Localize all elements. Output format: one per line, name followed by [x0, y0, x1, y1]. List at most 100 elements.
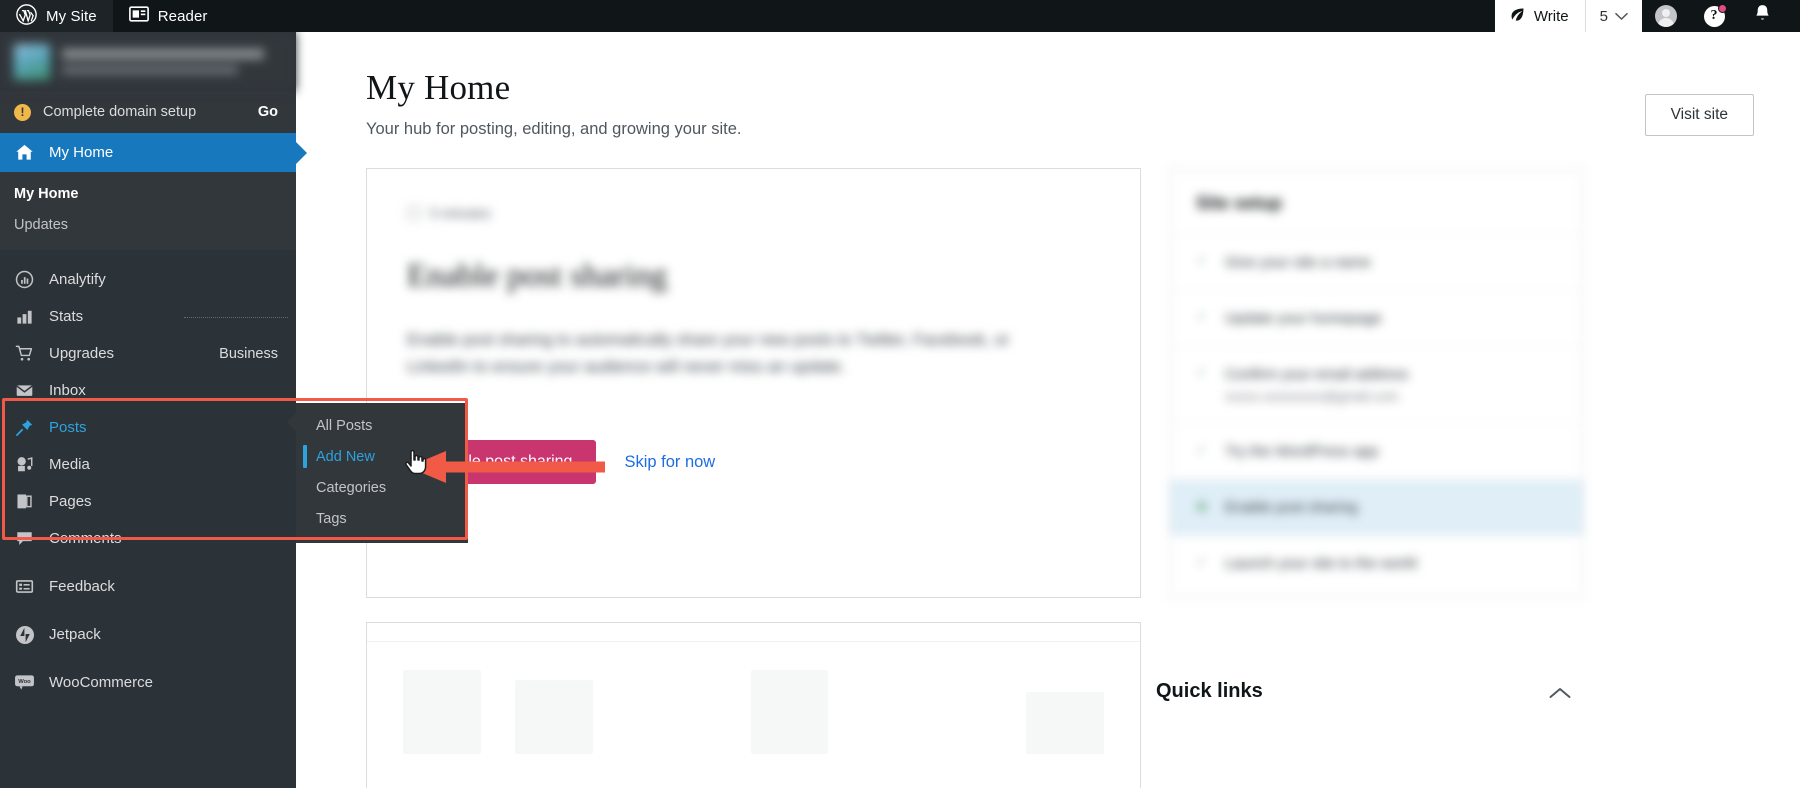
- envelope-icon: [14, 380, 35, 401]
- flyout-item-tags[interactable]: Tags: [296, 503, 468, 534]
- sidebar-item-comments[interactable]: Comments: [0, 520, 296, 557]
- sidebar-item-my-home[interactable]: My Home: [0, 133, 296, 172]
- feedback-form-icon: [14, 576, 35, 597]
- help-notification-dot: [1718, 4, 1727, 13]
- sidebar-item-stats[interactable]: Stats: [0, 298, 296, 335]
- bar-chart-icon: [14, 306, 35, 327]
- sidebar-item-jetpack[interactable]: Jetpack: [0, 616, 296, 653]
- card-description: Enable post sharing to automatically sha…: [407, 331, 1010, 376]
- flyout-item-categories-label: Categories: [316, 479, 387, 496]
- notifications-count-button[interactable]: 5: [1584, 0, 1642, 32]
- site-setup-row[interactable]: ✓ Try the WordPress app: [1170, 423, 1583, 479]
- sidebar-item-pages[interactable]: Pages: [0, 483, 296, 520]
- my-home-subnav: My Home Updates: [0, 172, 296, 250]
- site-setup-row-label: Confirm your email address: [1225, 366, 1409, 383]
- site-setup-row-sublabel: xxxxx.xxxxxxxxx@gmail.com: [1225, 389, 1399, 404]
- site-setup-panel: Site setup ✓ Give your site a name ✓ Upd…: [1169, 168, 1584, 598]
- masthead-reader[interactable]: Reader: [113, 0, 224, 32]
- current-site-card[interactable]: [0, 32, 296, 91]
- subnav-item-updates-label: Updates: [14, 216, 69, 233]
- pages-icon: [14, 491, 35, 512]
- write-button-label: Write: [1533, 7, 1569, 25]
- comment-icon: [14, 528, 35, 549]
- sidebar-item-pages-label: Pages: [49, 493, 92, 510]
- enable-post-sharing-card: 5 minutes Enable post sharing Enable pos…: [366, 168, 1141, 598]
- sidebar-item-upgrades-label: Upgrades: [49, 345, 115, 362]
- masthead-right-group: Write 5 ?: [1494, 0, 1800, 32]
- sidebar-item-woocommerce[interactable]: Woo WooCommerce: [0, 664, 296, 701]
- site-setup-row-active[interactable]: ◉ Enable post sharing: [1170, 479, 1583, 535]
- sidebar-item-upgrades[interactable]: Upgrades Business: [0, 335, 296, 372]
- skip-for-now-link[interactable]: Skip for now: [624, 453, 715, 472]
- masthead-my-site[interactable]: My Site: [0, 0, 113, 32]
- site-setup-row[interactable]: ✓ Launch your site to the world: [1170, 535, 1583, 591]
- stats-dotted-rule: [184, 316, 288, 318]
- woocommerce-icon: Woo: [14, 672, 35, 693]
- clock-icon: [407, 206, 421, 220]
- notifications-bell-icon: [1753, 3, 1772, 29]
- complete-domain-setup-label: Complete domain setup: [43, 104, 197, 120]
- flyout-item-all-posts-label: All Posts: [316, 417, 373, 434]
- nav-group-divider-2: [0, 557, 296, 568]
- sidebar-item-media-label: Media: [49, 456, 90, 473]
- write-button[interactable]: Write: [1494, 0, 1585, 32]
- quick-links-header[interactable]: Quick links: [1156, 680, 1571, 703]
- masthead-toolbar: My Site Reader Write 5 ?: [0, 0, 1800, 32]
- site-setup-row-label: Update your homepage: [1225, 310, 1382, 327]
- page-title: My Home: [366, 68, 511, 107]
- subnav-item-my-home[interactable]: My Home: [0, 178, 296, 209]
- placeholder-block: [403, 670, 481, 754]
- check-icon: ✓: [1196, 442, 1207, 457]
- subnav-item-updates[interactable]: Updates: [0, 209, 296, 240]
- sidebar-item-analytify[interactable]: Analytify: [0, 261, 296, 298]
- upgrades-plan-badge: Business: [219, 345, 278, 362]
- site-setup-row-label: Try the WordPress app: [1225, 443, 1379, 460]
- site-setup-row[interactable]: ✓ Confirm your email address xxxxx.xxxxx…: [1170, 346, 1583, 423]
- sidebar-item-analytify-label: Analytify: [49, 271, 106, 288]
- home-grid: 5 minutes Enable post sharing Enable pos…: [366, 168, 1760, 598]
- site-thumbnail: [14, 43, 50, 80]
- avatar: [1655, 5, 1677, 27]
- sidebar-item-feedback[interactable]: Feedback: [0, 568, 296, 605]
- account-avatar-button[interactable]: [1642, 0, 1690, 32]
- flyout-item-categories[interactable]: Categories: [296, 472, 468, 503]
- complete-domain-setup-notice[interactable]: ! Complete domain setup Go: [0, 91, 296, 133]
- check-icon: ✓: [1196, 253, 1207, 268]
- site-name-block: [62, 49, 282, 74]
- visit-site-button[interactable]: Visit site: [1644, 94, 1754, 136]
- check-icon: ✓: [1196, 309, 1207, 324]
- sidebar-item-jetpack-label: Jetpack: [49, 626, 101, 643]
- analytics-circle-icon: [14, 269, 35, 290]
- nav-group-divider: [0, 250, 296, 261]
- cart-icon: [14, 343, 35, 364]
- domain-setup-go-link[interactable]: Go: [258, 104, 278, 120]
- site-setup-row[interactable]: ✓ Update your homepage: [1170, 290, 1583, 346]
- sidebar-item-inbox[interactable]: Inbox: [0, 372, 296, 409]
- site-setup-row[interactable]: ✓ Give your site a name: [1170, 234, 1583, 290]
- help-button[interactable]: ?: [1690, 0, 1738, 32]
- nav-group-divider-3: [0, 605, 296, 616]
- site-setup-title: Site setup: [1196, 193, 1283, 213]
- card-duration: 5 minutes: [407, 205, 1100, 221]
- main-content: My Home Your hub for posting, editing, a…: [296, 32, 1800, 788]
- placeholder-block: [514, 680, 593, 754]
- flyout-item-add-new[interactable]: Add New: [296, 441, 468, 472]
- sidebar-item-woocommerce-label: WooCommerce: [49, 674, 153, 691]
- masthead-my-site-label: My Site: [46, 7, 97, 25]
- svg-text:Woo: Woo: [18, 679, 31, 685]
- sidebar-item-media[interactable]: Media: [0, 446, 296, 483]
- notifications-count-value: 5: [1599, 7, 1608, 25]
- card-blurred-body: 5 minutes Enable post sharing Enable pos…: [407, 205, 1100, 380]
- sidebar-item-posts-label: Posts: [49, 419, 87, 436]
- home-icon: [14, 142, 35, 163]
- sidebar-item-posts[interactable]: Posts: [0, 409, 296, 446]
- warning-icon: !: [14, 103, 31, 121]
- nav-group-divider-4: [0, 653, 296, 664]
- placeholder-block: [1026, 692, 1104, 754]
- chevron-up-icon[interactable]: [1549, 686, 1571, 698]
- flyout-item-all-posts[interactable]: All Posts: [296, 410, 468, 441]
- share-icon: ◉: [1196, 498, 1208, 513]
- notifications-bell-button[interactable]: [1738, 0, 1786, 32]
- page-subtitle: Your hub for posting, editing, and growi…: [366, 120, 742, 138]
- admin-sidebar: ! Complete domain setup Go My Home My Ho…: [0, 32, 296, 788]
